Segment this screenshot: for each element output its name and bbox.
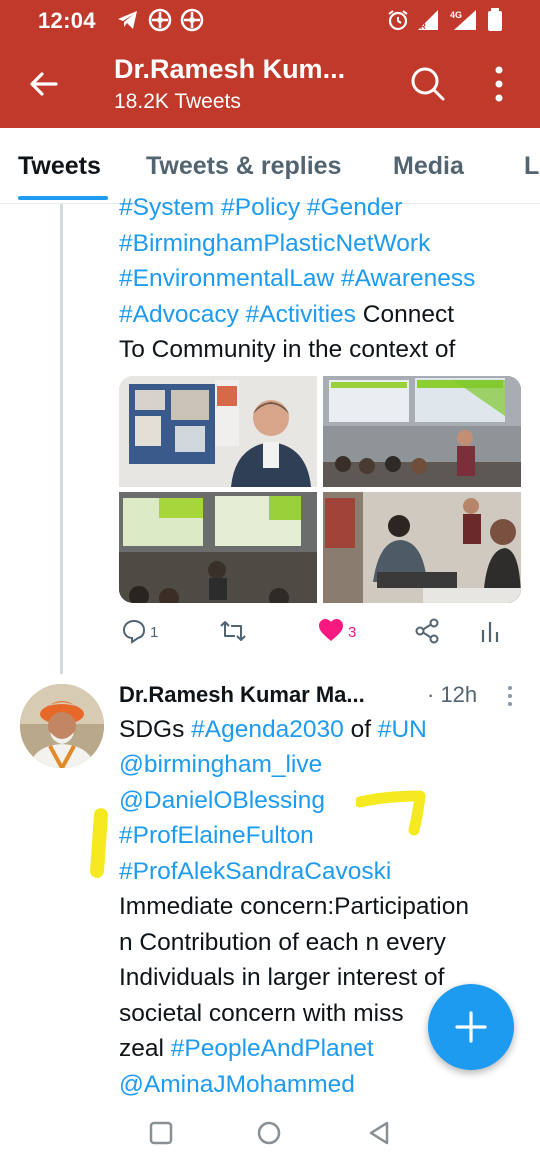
tweet-time: · 12h: [427, 682, 478, 707]
alarm-icon: [386, 8, 410, 32]
back-icon[interactable]: [366, 1120, 392, 1151]
tweet-text-line: zeal #PeopleAndPlanet: [119, 1031, 374, 1067]
tweet-text: Connect: [355, 301, 454, 328]
hashtag-link[interactable]: #PeopleAndPlanet: [171, 1035, 374, 1062]
profile-name: Dr.Ramesh Kum...: [114, 54, 346, 84]
tweet-text-line: n Contribution of each n every: [119, 929, 446, 956]
avatar[interactable]: [20, 684, 104, 768]
tweet-author-name[interactable]: Dr.Ramesh Kumar Ma...: [119, 682, 365, 708]
hashtag-link[interactable]: #ProfElaineFulton: [119, 818, 314, 854]
status-time: 12:04: [38, 8, 96, 33]
home-icon[interactable]: [256, 1120, 282, 1151]
hashtag-line[interactable]: #EnvironmentalLaw #Awareness: [119, 261, 475, 297]
back-arrow-icon[interactable]: [26, 66, 62, 102]
app-header: 12:04 R 4G Dr.Ramesh Kum... 18.2K Tweets: [0, 0, 540, 128]
mention-link[interactable]: @birmingham_live: [119, 747, 322, 783]
svg-text:R: R: [420, 22, 426, 31]
hashtag-line[interactable]: #BirminghamPlasticNetWork: [119, 226, 430, 262]
tweet-count: 18.2K Tweets: [114, 90, 241, 113]
retweet-icon[interactable]: [219, 618, 247, 649]
hashtag-link[interactable]: #ProfAlekSandraCavoski: [119, 854, 391, 890]
compose-tweet-button[interactable]: [428, 984, 514, 1070]
tweet-photo[interactable]: [323, 376, 521, 487]
tab-tweets[interactable]: Tweets: [18, 152, 101, 181]
recents-icon[interactable]: [148, 1120, 174, 1151]
tweet-text-line: SDGs #Agenda2030 of #UN: [119, 712, 427, 748]
tweet-text-line: societal concern with miss: [119, 1000, 404, 1027]
reply-icon[interactable]: [121, 618, 147, 649]
signal-4g-icon: 4G: [446, 8, 480, 32]
telegram-icon: [116, 8, 140, 32]
more-options-icon[interactable]: [484, 64, 514, 104]
tweet-photo[interactable]: [119, 376, 317, 487]
battery-icon: [488, 8, 502, 32]
signal-icon: R: [416, 8, 440, 32]
share-icon[interactable]: [414, 618, 440, 649]
tweet-text-line: #Advocacy #Activities Connect: [119, 297, 454, 333]
tweet-media-grid[interactable]: [119, 376, 521, 603]
status-bar: 12:04 R 4G: [0, 0, 540, 40]
analytics-icon[interactable]: [480, 618, 500, 649]
hashtag-link[interactable]: #UN: [378, 716, 427, 743]
more-options-icon[interactable]: [505, 684, 515, 708]
search-icon[interactable]: [408, 64, 446, 102]
tweet-text-line: Immediate concern:Participation: [119, 893, 469, 920]
tweet-photo[interactable]: [119, 492, 317, 603]
highlighter-mark: [89, 807, 109, 879]
tab-likes[interactable]: L: [524, 152, 539, 181]
tweet-text: SDGs: [119, 716, 192, 743]
reply-count: 1: [150, 624, 159, 641]
mention-link[interactable]: @AminaJMohammed: [119, 1067, 355, 1103]
tweet-text: zeal: [119, 1035, 171, 1062]
tweet-text-line: Individuals in larger interest of: [119, 964, 445, 991]
system-nav-bar: [0, 1102, 540, 1170]
tab-media[interactable]: Media: [393, 152, 464, 181]
hashtag-link[interactable]: #Advocacy #Activities: [119, 301, 356, 328]
app-icon: [180, 8, 204, 32]
tweet-photo[interactable]: [323, 492, 521, 603]
active-tab-indicator: [18, 196, 108, 200]
tab-tweets-and-replies[interactable]: Tweets & replies: [146, 152, 341, 181]
plus-icon: [455, 1011, 487, 1043]
thread-line: [60, 204, 63, 674]
like-icon[interactable]: [318, 618, 344, 647]
tweet-text: of: [343, 716, 378, 743]
hashtag-link[interactable]: #Agenda2030: [191, 716, 344, 743]
svg-text:4G: 4G: [450, 10, 462, 20]
highlighter-mark: [354, 790, 428, 841]
tweet-text-line: To Community in the context of: [119, 336, 456, 363]
like-count: 3: [348, 624, 357, 641]
mention-link[interactable]: @DanielOBlessing: [119, 783, 325, 819]
hashtag-line[interactable]: #System #Policy #Gender: [119, 190, 402, 226]
app-icon: [148, 8, 172, 32]
